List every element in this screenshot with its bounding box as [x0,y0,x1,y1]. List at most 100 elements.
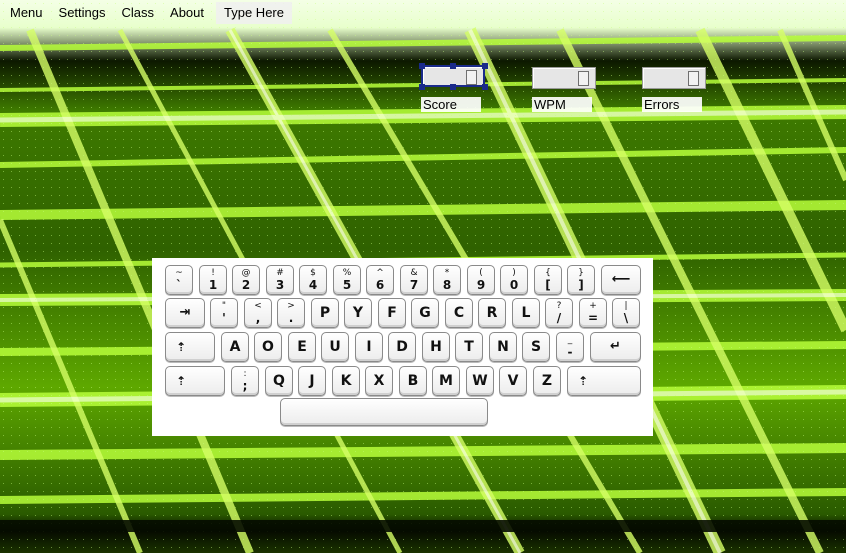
key-8[interactable]: * 8 [433,265,461,295]
key-enter[interactable]: ↵ [590,332,641,362]
menu-bar: Menu Settings Class About Type Here [0,0,846,26]
key-g[interactable]: G [411,298,439,328]
key-k[interactable]: K [332,366,360,396]
key-s[interactable]: S [522,332,550,362]
key-char: 9 [476,278,486,292]
key-w[interactable]: W [466,366,494,396]
key-char: 7 [409,278,419,292]
key-backslash[interactable]: | \ [612,298,640,328]
key-2[interactable]: @2 [232,265,260,295]
tab-icon: ⇥ [179,305,191,320]
key-backspace[interactable]: ⟵ [601,265,641,295]
type-here-field[interactable]: Type Here [216,2,292,24]
key-close-bracket[interactable]: }] [567,265,595,295]
key-shift-char: : [243,369,247,379]
key-z[interactable]: Z [533,366,561,396]
key-char: ` [176,278,182,292]
menu-item-settings[interactable]: Settings [51,2,114,24]
key-char: 6 [375,278,385,292]
key-n[interactable]: N [489,332,517,362]
menu-item-class[interactable]: Class [114,2,163,24]
enter-icon: ↵ [610,339,621,354]
key-period[interactable]: >. [277,298,305,328]
wpm-label: WPM [532,97,592,112]
key-a[interactable]: A [221,332,249,362]
key-shift-char: ~ [175,268,183,278]
key-l[interactable]: L [512,298,540,328]
key-p[interactable]: P [311,298,339,328]
key-char: T [464,339,474,355]
key-t[interactable]: T [455,332,483,362]
key-o[interactable]: O [254,332,282,362]
key-shift-char: $ [310,268,316,278]
key-f[interactable]: F [378,298,406,328]
selection-handle [419,84,425,90]
key-shift-char: | [624,301,628,311]
key-4[interactable]: $4 [299,265,327,295]
key-1[interactable]: ! 1 [199,265,227,295]
key-char: \ [623,311,629,325]
menu-item-menu[interactable]: Menu [0,2,51,24]
key-u[interactable]: U [321,332,349,362]
key-comma[interactable]: <, [244,298,272,328]
key-3[interactable]: #3 [266,265,294,295]
key-equals[interactable]: + = [579,298,607,328]
backspace-icon: ⟵ [611,272,631,287]
key-c[interactable]: C [445,298,473,328]
key-shift-char: _ [567,335,573,345]
score-label: Score [421,97,481,112]
key-char: V [507,373,519,389]
key-v[interactable]: V [499,366,527,396]
key-right-shift[interactable]: ⇡ [567,366,641,396]
key-5[interactable]: % 5 [333,265,361,295]
key-char: 5 [342,278,352,292]
selection-handle [450,84,456,90]
key-d[interactable]: D [388,332,416,362]
key-quote[interactable]: " ' [210,298,238,328]
key-char: S [530,339,542,355]
key-char: H [430,339,442,355]
key-minus[interactable]: _ - [556,332,584,362]
key-char: U [329,339,341,355]
selection-handle [450,63,456,69]
key-left-shift[interactable]: ⇡ [165,366,225,396]
selection-handle [482,84,488,90]
key-space[interactable] [280,398,488,426]
key-shift-char: ? [556,301,562,311]
key-semicolon[interactable]: :; [231,366,259,396]
key-char: M [439,373,453,389]
key-h[interactable]: H [422,332,450,362]
key-m[interactable]: M [432,366,460,396]
key-x[interactable]: X [365,366,393,396]
key-caps-lock[interactable]: ⇡ [165,332,215,362]
key-shift-char: } [578,268,584,278]
key-q[interactable]: Q [265,366,293,396]
key-char: . [288,311,294,325]
key-shift-char: ! [211,268,215,278]
key-char: / [556,311,562,325]
key-char: Z [541,373,553,389]
key-j[interactable]: J [298,366,326,396]
key-y[interactable]: Y [344,298,372,328]
menu-item-about[interactable]: About [162,2,212,24]
key-e[interactable]: E [288,332,316,362]
key-6[interactable]: ^ 6 [366,265,394,295]
key-9[interactable]: (9 [467,265,495,295]
key-i[interactable]: I [355,332,383,362]
on-screen-keyboard: ~ ` ! 1 @2 #3 $4 % 5 ^ 6 & 7 * 8 (9 ) 0 {[ }] ⟵… [152,258,653,436]
key-char: P [319,305,331,321]
key-char: 4 [308,278,318,292]
key-shift-char: & [410,268,418,278]
key-slash[interactable]: ? / [545,298,573,328]
key-7[interactable]: & 7 [400,265,428,295]
errors-counter[interactable] [642,67,706,89]
wpm-counter[interactable] [532,67,596,89]
key-0[interactable]: ) 0 [500,265,528,295]
key-backtick[interactable]: ~ ` [165,265,193,295]
errors-label: Errors [642,97,702,112]
key-char: L [521,305,531,321]
key-b[interactable]: B [399,366,427,396]
key-r[interactable]: R [478,298,506,328]
key-tab[interactable]: ⇥ [165,298,205,328]
key-open-bracket[interactable]: {[ [534,265,562,295]
